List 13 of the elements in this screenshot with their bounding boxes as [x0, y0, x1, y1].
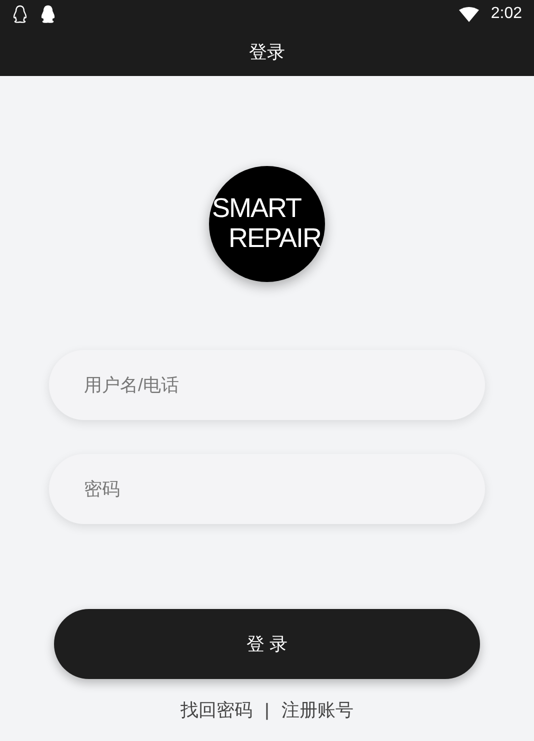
wifi-icon: [458, 6, 479, 22]
forgot-password-link[interactable]: 找回密码: [180, 697, 253, 724]
status-time: 2:02: [490, 4, 522, 24]
login-button[interactable]: 登 录: [54, 609, 480, 679]
username-field[interactable]: 用户名/电话: [49, 350, 485, 420]
logo-text: REPAIR: [228, 224, 321, 254]
penguin-icon: [12, 5, 28, 23]
header-title: 登录: [249, 40, 285, 64]
link-separator: |: [264, 699, 270, 722]
logo-text: SMART: [211, 194, 302, 224]
penguin-icon: [40, 5, 56, 23]
password-field[interactable]: 密码: [49, 454, 485, 524]
register-link[interactable]: 注册账号: [281, 697, 354, 724]
